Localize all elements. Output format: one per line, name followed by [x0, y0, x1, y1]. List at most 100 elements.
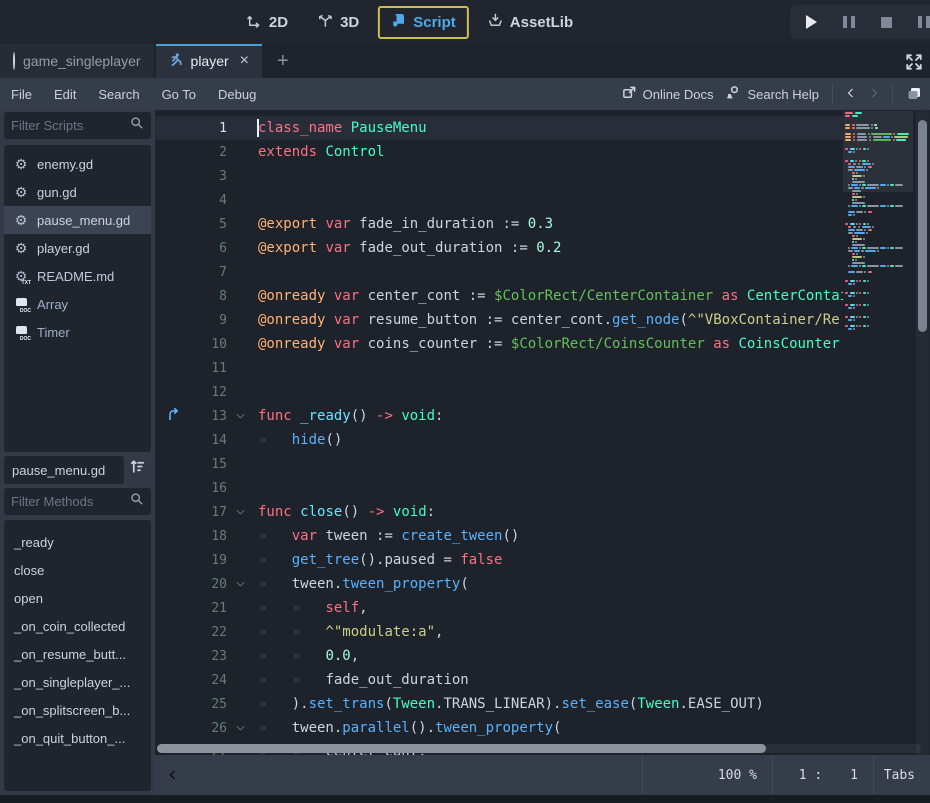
code-line[interactable]: 13func _ready() -> void:	[155, 404, 843, 428]
vertical-scrollbar[interactable]	[918, 120, 927, 332]
fold-arrow-icon[interactable]	[227, 412, 253, 421]
search-help-button[interactable]: Search Help	[726, 85, 819, 103]
minimap[interactable]	[843, 110, 913, 755]
script-item-player.gd[interactable]: ⚙player.gd	[4, 234, 151, 262]
script-item-README.md[interactable]: ⚙TXTREADME.md	[4, 262, 151, 290]
horizontal-scrollbar[interactable]	[157, 744, 766, 753]
scene-tab-game_singleplayer[interactable]: game_singleplayer	[0, 44, 154, 78]
code-line[interactable]: 18»var tween := create_tween()	[155, 524, 843, 548]
fold-arrow-icon[interactable]	[227, 580, 253, 589]
menu-file[interactable]: File	[0, 87, 43, 102]
toggle-scripts-panel-icon[interactable]	[168, 767, 178, 783]
code-line[interactable]: 15	[155, 452, 843, 476]
line-number[interactable]: 18	[193, 529, 227, 544]
context-tab-2d[interactable]: 2D	[236, 8, 299, 37]
movie-button[interactable]	[918, 16, 930, 28]
line-number[interactable]: 6	[193, 241, 227, 256]
context-tab-script[interactable]: Script	[378, 6, 469, 39]
code-line[interactable]: 5@export var fade_in_duration := 0.3	[155, 212, 843, 236]
line-number[interactable]: 2	[193, 145, 227, 160]
context-tab-assetlib[interactable]: AssetLib	[477, 8, 584, 37]
method-item-close[interactable]: close	[4, 556, 151, 584]
line-number[interactable]: 13	[193, 409, 227, 424]
script-item-Array[interactable]: DOCArray	[4, 290, 151, 318]
code-line[interactable]: 16	[155, 476, 843, 500]
play-button[interactable]	[806, 15, 817, 29]
indent-type[interactable]: Tabs	[873, 755, 930, 795]
code-line[interactable]: 4	[155, 188, 843, 212]
fold-arrow-icon[interactable]	[227, 508, 253, 517]
zoom-level[interactable]: 100 %	[642, 755, 772, 795]
code-line[interactable]: 24»»fade_out_duration	[155, 668, 843, 692]
line-number[interactable]: 12	[193, 385, 227, 400]
code-line[interactable]: 2extends Control	[155, 140, 843, 164]
line-number[interactable]: 3	[193, 169, 227, 184]
code-line[interactable]: 14»hide()	[155, 428, 843, 452]
make-floating-icon[interactable]	[906, 85, 922, 104]
line-number[interactable]: 14	[193, 433, 227, 448]
method-item-_on_splitscreen_b[interactable]: _on_splitscreen_b...	[4, 696, 151, 724]
scene-tab-player[interactable]: player×	[156, 44, 262, 78]
code-line[interactable]: 6@export var fade_out_duration := 0.2	[155, 236, 843, 260]
code-line[interactable]: 23»»0.0,	[155, 644, 843, 668]
line-number[interactable]: 15	[193, 457, 227, 472]
history-back-button[interactable]	[846, 85, 856, 104]
line-number[interactable]: 24	[193, 673, 227, 688]
line-number[interactable]: 8	[193, 289, 227, 304]
code-line[interactable]: 20»tween.tween_property(	[155, 572, 843, 596]
new-tab-button[interactable]: +	[277, 51, 289, 71]
line-number[interactable]: 19	[193, 553, 227, 568]
line-number[interactable]: 11	[193, 361, 227, 376]
code-line[interactable]: 12	[155, 380, 843, 404]
code-line[interactable]: 21»»self,	[155, 596, 843, 620]
script-item-pause_menu.gd[interactable]: ⚙pause_menu.gd	[4, 206, 151, 234]
close-tab-icon[interactable]: ×	[240, 52, 249, 70]
line-number[interactable]: 25	[193, 697, 227, 712]
script-item-Timer[interactable]: DOCTimer	[4, 318, 151, 346]
line-number[interactable]: 23	[193, 649, 227, 664]
distraction-free-icon[interactable]	[905, 53, 923, 76]
menu-edit[interactable]: Edit	[43, 87, 87, 102]
code-line[interactable]: 1class_name PauseMenu	[155, 116, 843, 140]
sort-methods-icon[interactable]	[129, 458, 146, 480]
code-line[interactable]: 9@onready var resume_button := center_co…	[155, 308, 843, 332]
method-item-open[interactable]: open	[4, 584, 151, 612]
history-forward-button[interactable]	[869, 85, 879, 104]
line-number[interactable]: 17	[193, 505, 227, 520]
line-number[interactable]: 21	[193, 601, 227, 616]
code-line[interactable]: 10@onready var coins_counter := $ColorRe…	[155, 332, 843, 356]
online-docs-button[interactable]: Online Docs	[622, 85, 714, 103]
filter-scripts-input[interactable]	[4, 112, 151, 139]
method-item-_on_coin_collected[interactable]: _on_coin_collected	[4, 612, 151, 640]
line-number[interactable]: 22	[193, 625, 227, 640]
fold-arrow-icon[interactable]	[227, 724, 253, 733]
method-item-_on_quit_button_[interactable]: _on_quit_button_...	[4, 724, 151, 752]
code-line[interactable]: 22»»^"modulate:a",	[155, 620, 843, 644]
script-item-gun.gd[interactable]: ⚙gun.gd	[4, 178, 151, 206]
line-number[interactable]: 10	[193, 337, 227, 352]
line-number[interactable]: 16	[193, 481, 227, 496]
line-number[interactable]: 4	[193, 193, 227, 208]
breakpoint-gutter[interactable]	[155, 407, 193, 425]
menu-go-to[interactable]: Go To	[151, 87, 207, 102]
code-line[interactable]: 26»tween.parallel().tween_property(	[155, 716, 843, 740]
line-number[interactable]: 9	[193, 313, 227, 328]
method-item-_on_resume_butt[interactable]: _on_resume_butt...	[4, 640, 151, 668]
line-number[interactable]: 5	[193, 217, 227, 232]
code-line[interactable]: 17func close() -> void:	[155, 500, 843, 524]
code-line[interactable]: 7	[155, 260, 843, 284]
line-number[interactable]: 26	[193, 721, 227, 736]
method-item-_on_singleplayer_[interactable]: _on_singleplayer_...	[4, 668, 151, 696]
code-line[interactable]: 8@onready var center_cont := $ColorRect/…	[155, 284, 843, 308]
context-tab-3d[interactable]: 3D	[307, 8, 370, 37]
code-line[interactable]: 19»get_tree().paused = false	[155, 548, 843, 572]
stop-button[interactable]	[881, 17, 892, 28]
code-line[interactable]: 25»).set_trans(Tween.TRANS_LINEAR).set_e…	[155, 692, 843, 716]
code-line[interactable]: 11	[155, 356, 843, 380]
line-number[interactable]: 20	[193, 577, 227, 592]
script-item-enemy.gd[interactable]: ⚙enemy.gd	[4, 150, 151, 178]
filter-methods-input[interactable]	[4, 488, 151, 515]
menu-search[interactable]: Search	[87, 87, 150, 102]
line-number[interactable]: 7	[193, 265, 227, 280]
method-item-_ready[interactable]: _ready	[4, 528, 151, 556]
